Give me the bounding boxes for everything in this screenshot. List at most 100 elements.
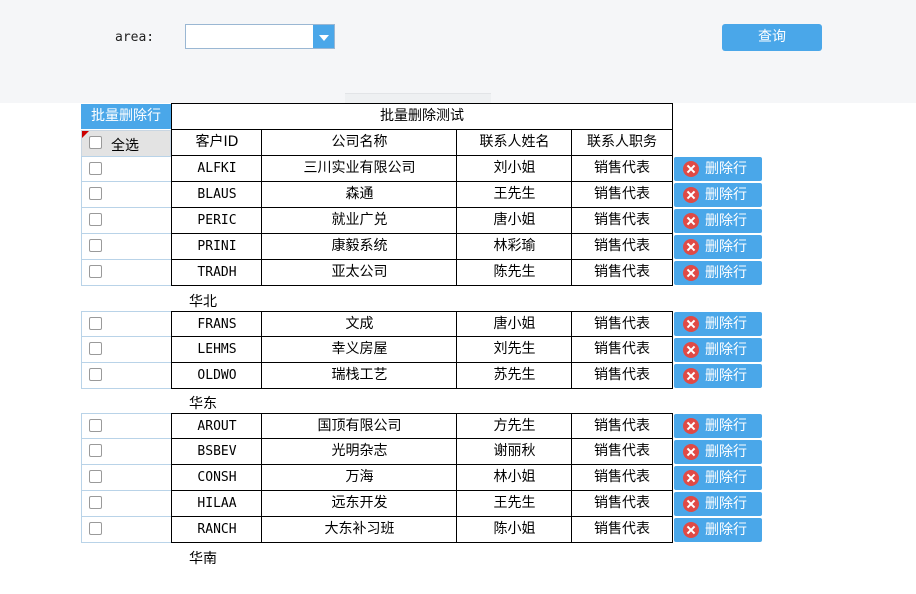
contact-title-cell: 销售代表	[571, 491, 673, 517]
customer-id-cell: FRANS	[171, 311, 262, 337]
select-all-label: 全选	[111, 138, 139, 154]
delete-row-button[interactable]: 删除行	[674, 440, 762, 464]
delete-row-button[interactable]: 删除行	[674, 312, 762, 336]
query-toolbar: area: 查询	[0, 0, 916, 104]
delete-icon	[683, 368, 699, 384]
row-checkbox[interactable]	[89, 368, 102, 381]
company-name-cell: 瑞栈工艺	[261, 363, 457, 389]
delete-row-label: 删除行	[705, 187, 747, 203]
customer-id-cell: HILAA	[171, 491, 262, 517]
chevron-down-icon[interactable]	[313, 25, 334, 48]
delete-row-label: 删除行	[705, 522, 747, 538]
contact-name-cell: 方先生	[456, 413, 572, 439]
delete-row-label: 删除行	[705, 316, 747, 332]
customer-id-cell: AROUT	[171, 413, 262, 439]
row-select-cell	[81, 413, 171, 439]
delete-row-label: 删除行	[705, 496, 747, 512]
row-select-cell	[81, 156, 171, 182]
row-checkbox[interactable]	[89, 187, 102, 200]
row-checkbox[interactable]	[89, 239, 102, 252]
row-checkbox[interactable]	[89, 470, 102, 483]
contact-name-cell: 王先生	[456, 182, 572, 208]
row-checkbox[interactable]	[89, 265, 102, 278]
delete-row-button[interactable]: 删除行	[674, 157, 762, 181]
delete-icon	[683, 187, 699, 203]
customer-id-cell: PERIC	[171, 208, 262, 234]
group-label: 华北	[189, 294, 217, 310]
company-name-cell: 万海	[261, 465, 457, 491]
delete-row-label: 删除行	[705, 213, 747, 229]
company-name-cell: 光明杂志	[261, 439, 457, 465]
contact-title-cell: 销售代表	[571, 311, 673, 337]
company-name-cell: 大东补习班	[261, 517, 457, 543]
company-name-cell: 幸义房屋	[261, 337, 457, 363]
company-name-cell: 远东开发	[261, 491, 457, 517]
row-select-cell	[81, 182, 171, 208]
row-select-cell	[81, 208, 171, 234]
contact-name-cell: 林小姐	[456, 465, 572, 491]
delete-row-button[interactable]: 删除行	[674, 414, 762, 438]
contact-title-cell: 销售代表	[571, 156, 673, 182]
contact-name-cell: 陈小姐	[456, 517, 572, 543]
delete-row-button[interactable]: 删除行	[674, 518, 762, 542]
contact-name-cell: 林彩瑜	[456, 234, 572, 260]
delete-row-button[interactable]: 删除行	[674, 466, 762, 490]
contact-title-cell: 销售代表	[571, 337, 673, 363]
customer-id-cell: TRADH	[171, 260, 262, 286]
row-checkbox[interactable]	[89, 444, 102, 457]
select-all-checkbox[interactable]	[89, 136, 102, 149]
delete-row-button[interactable]: 删除行	[674, 492, 762, 516]
delete-row-button[interactable]: 删除行	[674, 338, 762, 362]
delete-icon	[683, 444, 699, 460]
area-label: area:	[115, 30, 155, 45]
row-checkbox[interactable]	[89, 419, 102, 432]
delete-icon	[683, 470, 699, 486]
customer-id-cell: BLAUS	[171, 182, 262, 208]
customer-id-cell: RANCH	[171, 517, 262, 543]
delete-icon	[683, 522, 699, 538]
row-checkbox[interactable]	[89, 496, 102, 509]
row-select-cell	[81, 439, 171, 465]
row-checkbox[interactable]	[89, 342, 102, 355]
delete-icon	[683, 418, 699, 434]
contact-name-cell: 刘先生	[456, 337, 572, 363]
delete-row-label: 删除行	[705, 239, 747, 255]
row-select-cell	[81, 337, 171, 363]
header-customer-id: 客户ID	[171, 129, 262, 156]
company-name-cell: 康毅系统	[261, 234, 457, 260]
delete-row-label: 删除行	[705, 444, 747, 460]
delete-row-button[interactable]: 删除行	[674, 364, 762, 388]
delete-icon	[683, 161, 699, 177]
group-label: 华东	[189, 396, 217, 412]
delete-row-button[interactable]: 删除行	[674, 261, 762, 285]
row-select-cell	[81, 517, 171, 543]
row-checkbox[interactable]	[89, 522, 102, 535]
delete-row-button[interactable]: 删除行	[674, 183, 762, 207]
contact-title-cell: 销售代表	[571, 439, 673, 465]
contact-name-cell: 陈先生	[456, 260, 572, 286]
contact-title-cell: 销售代表	[571, 234, 673, 260]
delete-row-label: 删除行	[705, 418, 747, 434]
customer-id-cell: PRINI	[171, 234, 262, 260]
contact-name-cell: 谢丽秋	[456, 439, 572, 465]
delete-row-button[interactable]: 删除行	[674, 235, 762, 259]
customer-id-cell: ALFKI	[171, 156, 262, 182]
contact-title-cell: 销售代表	[571, 517, 673, 543]
delete-row-button[interactable]: 删除行	[674, 209, 762, 233]
row-select-cell	[81, 491, 171, 517]
delete-row-label: 删除行	[705, 342, 747, 358]
delete-row-label: 删除行	[705, 265, 747, 281]
row-checkbox[interactable]	[89, 213, 102, 226]
area-select[interactable]	[185, 24, 335, 49]
header-contact-title: 联系人职务	[571, 129, 673, 156]
delete-icon	[683, 213, 699, 229]
company-name-cell: 三川实业有限公司	[261, 156, 457, 182]
delete-icon	[683, 239, 699, 255]
delete-icon	[683, 496, 699, 512]
group-label: 华南	[189, 551, 217, 567]
row-checkbox[interactable]	[89, 162, 102, 175]
row-checkbox[interactable]	[89, 317, 102, 330]
row-select-cell	[81, 363, 171, 389]
query-button[interactable]: 查询	[722, 24, 822, 51]
batch-delete-button[interactable]: 批量删除行	[81, 104, 171, 129]
